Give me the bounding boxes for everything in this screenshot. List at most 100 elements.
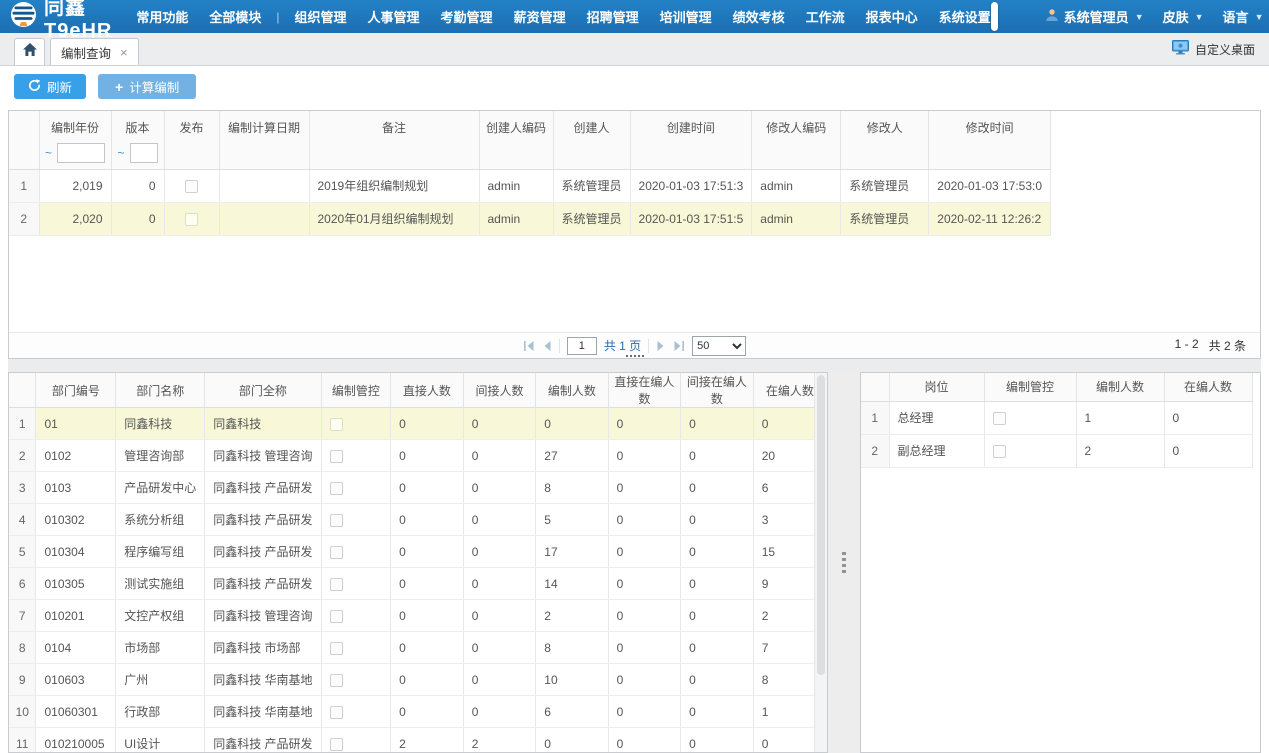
nav-item[interactable]: 绩效考核 — [733, 7, 785, 26]
panel-resize-handle[interactable] — [626, 355, 644, 357]
year-filter-input[interactable] — [57, 143, 105, 163]
pager-prev-icon[interactable] — [542, 341, 552, 351]
cell-rownum: 7 — [9, 600, 36, 632]
app-logo[interactable]: 同鑫T9eHR — [10, 0, 112, 43]
quota-control-checkbox[interactable] — [330, 706, 343, 719]
nav-item[interactable]: 全部模块 — [209, 7, 261, 26]
cell-quota-control — [321, 600, 391, 632]
quota-control-checkbox[interactable] — [330, 674, 343, 687]
version-filter-input[interactable] — [130, 143, 158, 163]
quota-control-checkbox[interactable] — [330, 642, 343, 655]
department-row[interactable]: 9 010603 广州 同鑫科技 华南基地 0 0 10 0 0 8 — [9, 664, 827, 696]
department-row[interactable]: 6 010305 测试实施组 同鑫科技 产品研发 0 0 14 0 0 9 — [9, 568, 827, 600]
nav-item[interactable]: 考勤管理 — [441, 7, 493, 26]
nav-item[interactable]: 常用功能 — [136, 7, 188, 26]
chevron-down-icon: ▼ — [1255, 12, 1264, 22]
department-row[interactable]: 3 0103 产品研发中心 同鑫科技 产品研发 0 0 8 0 0 6 — [9, 472, 827, 504]
cell-dept-code: 010304 — [36, 536, 116, 568]
pager-last-icon[interactable] — [673, 341, 685, 351]
pager-first-icon[interactable] — [523, 341, 535, 351]
tab-label: 编制查询 — [61, 43, 111, 62]
scrollbar-thumb[interactable] — [817, 375, 825, 675]
language-menu[interactable]: 语言 ▼ — [1223, 7, 1264, 26]
quota-control-checkbox[interactable] — [330, 546, 343, 559]
publish-checkbox[interactable] — [185, 180, 198, 193]
department-row[interactable]: 8 0104 市场部 同鑫科技 市场部 0 0 8 0 0 7 — [9, 632, 827, 664]
cell-indirect-actual: 0 — [681, 536, 754, 568]
page-number-input[interactable] — [567, 337, 597, 355]
quota-control-checkbox[interactable] — [330, 418, 343, 431]
department-row[interactable]: 11 010210005 UI设计 同鑫科技 产品研发 2 2 0 0 0 0 — [9, 728, 827, 753]
quota-control-checkbox[interactable] — [330, 514, 343, 527]
col-quota-control: 编制管控 — [984, 373, 1076, 401]
quota-control-checkbox[interactable] — [993, 412, 1006, 425]
publish-checkbox[interactable] — [185, 213, 198, 226]
nav-item[interactable]: 招聘管理 — [587, 7, 639, 26]
cell-dept-fullname: 同鑫科技 产品研发 — [205, 568, 321, 600]
cell-dept-name: UI设计 — [116, 728, 205, 753]
vertical-scrollbar[interactable] — [814, 373, 827, 752]
quota-control-checkbox[interactable] — [330, 450, 343, 463]
skin-menu[interactable]: 皮肤 ▼ — [1163, 7, 1204, 26]
col-publish: 发布 — [164, 111, 219, 169]
refresh-label: 刷新 — [47, 77, 72, 96]
horizontal-splitter[interactable] — [8, 359, 1261, 372]
col-post: 岗位 — [889, 373, 984, 401]
col-modify-time: 修改时间 — [929, 111, 1051, 169]
cell-quota-control — [984, 434, 1076, 467]
department-panel: 部门编号 部门名称 部门全称 编制管控 直接人数 间接人数 编制人数 直接在编人… — [8, 372, 828, 753]
record-total: 共 2 条 — [1209, 337, 1246, 354]
nav-item[interactable]: 薪资管理 — [514, 7, 566, 26]
cell-year: 2,019 — [39, 169, 111, 202]
cell-quota-count: 10 — [536, 664, 608, 696]
cell-quota-count: 17 — [536, 536, 608, 568]
nav-item[interactable]: 报表中心 — [866, 7, 918, 26]
nav-item[interactable]: 人事管理 — [368, 7, 420, 26]
cell-quota-count: 0 — [536, 408, 608, 440]
close-icon[interactable]: × — [120, 46, 128, 59]
cell-post: 总经理 — [889, 401, 984, 434]
refresh-button[interactable]: 刷新 — [14, 74, 86, 99]
post-row[interactable]: 1 总经理 1 0 — [861, 401, 1252, 434]
nav-item[interactable]: 培训管理 — [660, 7, 712, 26]
post-row[interactable]: 2 副总经理 2 0 — [861, 434, 1252, 467]
pager-next-icon[interactable] — [656, 341, 666, 351]
nav-separator: | — [276, 10, 279, 24]
page-size-select[interactable]: 50 — [692, 336, 746, 356]
cell-dept-fullname: 同鑫科技 华南基地 — [205, 664, 321, 696]
department-row[interactable]: 1 01 同鑫科技 同鑫科技 0 0 0 0 0 0 — [9, 408, 827, 440]
logo-icon — [10, 1, 37, 33]
col-version: 版本 ~ — [111, 111, 164, 169]
cell-rownum: 3 — [9, 472, 36, 504]
quota-control-checkbox[interactable] — [330, 738, 343, 751]
tab-bianzhi-chaxun[interactable]: 编制查询 × — [50, 38, 139, 65]
vertical-splitter[interactable] — [828, 372, 860, 753]
department-row[interactable]: 5 010304 程序编写组 同鑫科技 产品研发 0 0 17 0 0 15 — [9, 536, 827, 568]
quota-control-checkbox[interactable] — [330, 578, 343, 591]
cell-rownum: 11 — [9, 728, 36, 753]
custom-desktop-button[interactable]: 自定义桌面 — [1172, 40, 1255, 58]
calc-quota-button[interactable]: + 计算编制 — [98, 74, 196, 99]
cell-version: 0 — [111, 202, 164, 235]
user-menu[interactable]: 系统管理员 ▼ — [1045, 7, 1144, 26]
quota-plan-row[interactable]: 2 2,020 0 2020年01月组织编制规划 admin 系统管理员 202… — [9, 202, 1051, 235]
quota-control-checkbox[interactable] — [330, 610, 343, 623]
department-row[interactable]: 2 0102 管理咨询部 同鑫科技 管理咨询 0 0 27 0 0 20 — [9, 440, 827, 472]
quota-control-checkbox[interactable] — [330, 482, 343, 495]
cell-modify-time: 2020-02-11 12:26:2 — [929, 202, 1051, 235]
cell-quota-count: 2 — [1076, 434, 1164, 467]
cell-indirect-actual: 0 — [681, 568, 754, 600]
cell-quota-count: 5 — [536, 504, 608, 536]
cell-modifier-code: admin — [752, 169, 841, 202]
quota-plan-row[interactable]: 1 2,019 0 2019年组织编制规划 admin 系统管理员 2020-0… — [9, 169, 1051, 202]
nav-item[interactable]: 工作流 — [806, 7, 845, 26]
cell-dept-name: 文控产权组 — [116, 600, 205, 632]
home-tab[interactable] — [14, 38, 45, 65]
department-row[interactable]: 7 010201 文控产权组 同鑫科技 管理咨询 0 0 2 0 0 2 — [9, 600, 827, 632]
department-row[interactable]: 4 010302 系统分析组 同鑫科技 产品研发 0 0 5 0 0 3 — [9, 504, 827, 536]
cell-calc-date — [219, 169, 309, 202]
quota-control-checkbox[interactable] — [993, 445, 1006, 458]
department-row[interactable]: 10 01060301 行政部 同鑫科技 华南基地 0 0 6 0 0 1 — [9, 696, 827, 728]
nav-item[interactable]: 系统设置 — [939, 7, 991, 26]
nav-item[interactable]: 组织管理 — [295, 7, 347, 26]
